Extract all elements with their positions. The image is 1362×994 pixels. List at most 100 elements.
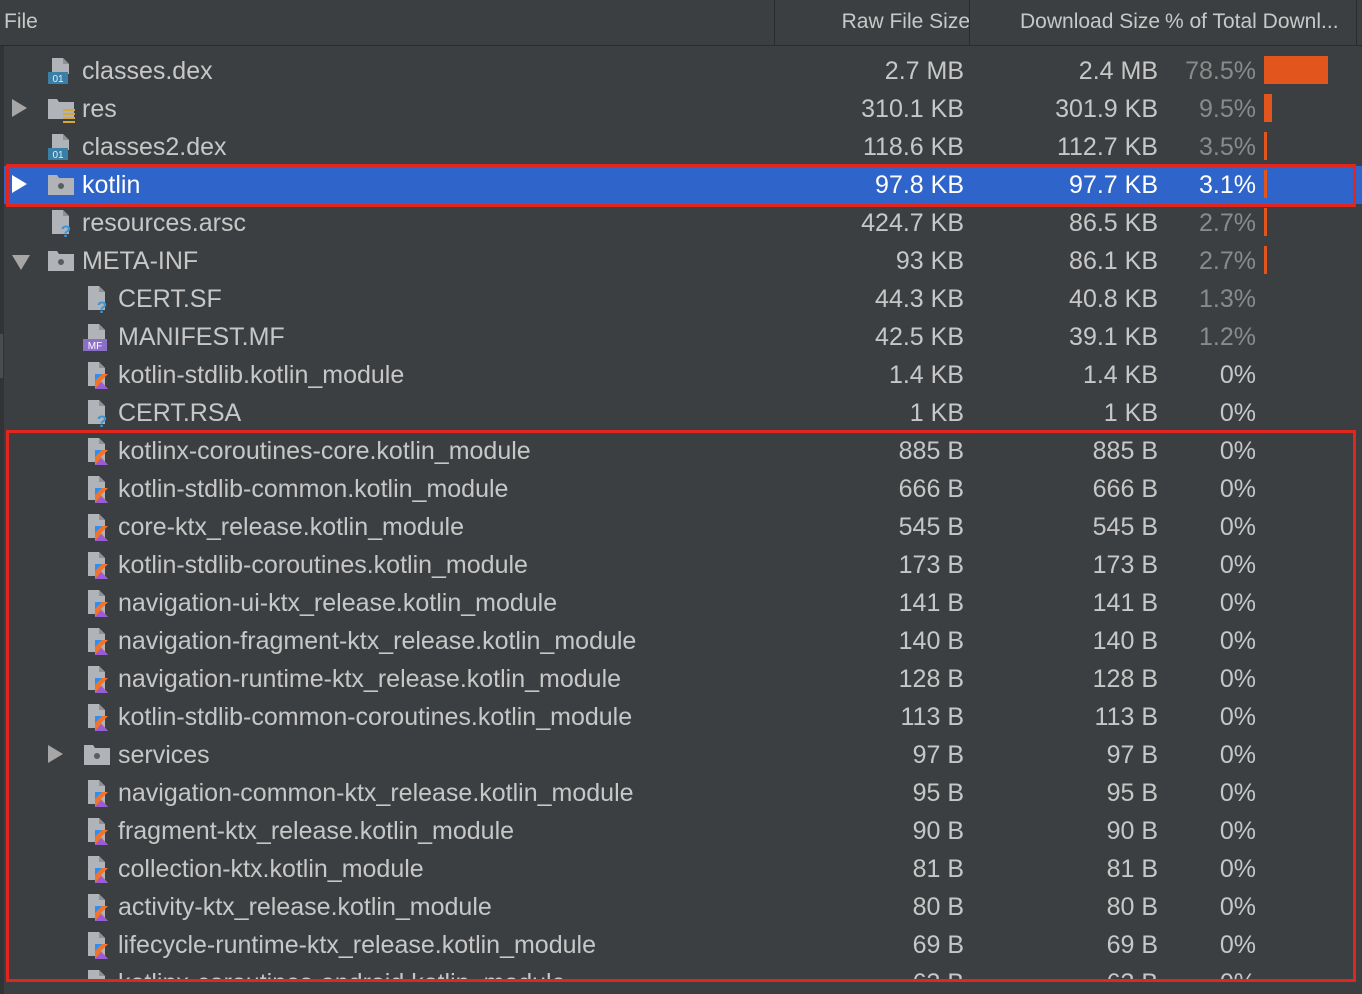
percent-of-total: 2.7% <box>1199 209 1256 237</box>
table-row[interactable]: kotlin 97.8 KB 97.7 KB 3.1% <box>4 166 1362 204</box>
raw-file-size: 80 B <box>912 893 964 921</box>
raw-file-size: 885 B <box>898 437 964 465</box>
percent-of-total: 0% <box>1219 855 1256 883</box>
table-row[interactable]: ? resources.arsc 424.7 KB 86.5 KB 2.7% <box>4 204 1362 242</box>
percent-of-total: 1.2% <box>1199 323 1256 351</box>
expand-arrow-right-icon[interactable] <box>12 175 27 193</box>
download-size: 128 B <box>1092 665 1158 693</box>
size-percentage-bar <box>1264 246 1267 274</box>
kotlin-file-icon <box>82 550 112 580</box>
percent-of-total: 0% <box>1219 399 1256 427</box>
percent-of-total: 1.3% <box>1199 285 1256 313</box>
kotlin-file-icon <box>82 930 112 960</box>
file-name: collection-ktx.kotlin_module <box>118 855 424 883</box>
column-header-raw-size[interactable]: Raw File Size <box>776 0 970 46</box>
percent-of-total: 0% <box>1219 893 1256 921</box>
table-row[interactable]: kotlinx-coroutines-core.kotlin_module 885… <box>4 432 1362 470</box>
file-name: kotlinx-coroutines-core.kotlin_module <box>118 437 531 465</box>
table-row[interactable]: kotlin-stdlib-coroutines.kotlin_module 17… <box>4 546 1362 584</box>
raw-file-size: 545 B <box>898 513 964 541</box>
percent-of-total: 78.5% <box>1185 57 1256 85</box>
download-size: 141 B <box>1092 589 1158 617</box>
table-row[interactable]: res 310.1 KB 301.9 KB 9.5% <box>4 90 1362 128</box>
download-size: 301.9 KB <box>1055 95 1158 123</box>
table-row[interactable]: META-INF 93 KB 86.1 KB 2.7% <box>4 242 1362 280</box>
table-row[interactable]: ? CERT.SF 44.3 KB 40.8 KB 1.3% <box>4 280 1362 318</box>
kotlin-file-icon <box>82 778 112 808</box>
download-size: 140 B <box>1092 627 1158 655</box>
unknown-file-icon: ? <box>82 284 112 317</box>
raw-file-size: 1 KB <box>909 399 964 427</box>
file-name: navigation-runtime-ktx_release.kotlin_mo… <box>118 665 622 693</box>
raw-file-size: 2.7 MB <box>884 57 964 85</box>
file-name: core-ktx_release.kotlin_module <box>118 513 465 541</box>
download-size: 80 B <box>1106 893 1158 921</box>
percent-of-total: 3.5% <box>1199 133 1256 161</box>
table-row[interactable]: navigation-ui-ktx_release.kotlin_module 1… <box>4 584 1362 622</box>
percent-of-total: 2.7% <box>1199 247 1256 275</box>
percent-of-total: 0% <box>1219 475 1256 503</box>
raw-file-size: 141 B <box>898 589 964 617</box>
percent-of-total: 0% <box>1219 703 1256 731</box>
table-row[interactable]: kotlinx-coroutines-android.kotlin_module… <box>4 964 1362 980</box>
size-percentage-bar <box>1264 208 1267 236</box>
expand-arrow-down-icon[interactable] <box>12 255 30 270</box>
table-row[interactable]: lifecycle-runtime-ktx_release.kotlin_mod… <box>4 926 1362 964</box>
file-name: kotlin-stdlib-coroutines.kotlin_module <box>118 551 528 579</box>
column-header-download-size[interactable]: Download Size <box>1020 0 1165 46</box>
file-name: services <box>118 741 210 769</box>
svg-text:MF: MF <box>88 341 102 352</box>
raw-file-size: 95 B <box>912 779 964 807</box>
kotlin-file-icon <box>82 702 112 732</box>
table-row[interactable]: collection-ktx.kotlin_module 81 B 81 B 0% <box>4 850 1362 888</box>
download-size: 173 B <box>1092 551 1158 579</box>
raw-file-size: 118.6 KB <box>862 133 964 161</box>
raw-file-size: 81 B <box>912 855 964 883</box>
table-row[interactable]: MF MANIFEST.MF 42.5 KB 39.1 KB 1.2% <box>4 318 1362 356</box>
download-size: 81 B <box>1106 855 1158 883</box>
table-row[interactable]: core-ktx_release.kotlin_module 545 B 545 B… <box>4 508 1362 546</box>
file-name: navigation-common-ktx_release.kotlin_mod… <box>118 779 634 807</box>
percent-of-total: 0% <box>1220 964 1256 980</box>
file-tree-table[interactable]: 01 classes.dex 2.7 MB 2.4 MB 78.5% res 310.1 K… <box>4 52 1362 980</box>
download-size: 1.4 KB <box>1082 361 1158 389</box>
table-row[interactable]: fragment-ktx_release.kotlin_module 90 B 90… <box>4 812 1362 850</box>
download-size: 112.7 KB <box>1056 133 1158 161</box>
table-row[interactable]: kotlin-stdlib-common-coroutines.kotlin_m… <box>4 698 1362 736</box>
percent-of-total: 0% <box>1219 779 1256 807</box>
percent-of-total: 3.1% <box>1199 171 1256 199</box>
table-row[interactable]: navigation-fragment-ktx_release.kotlin_m… <box>4 622 1362 660</box>
table-row[interactable]: navigation-runtime-ktx_release.kotlin_mo… <box>4 660 1362 698</box>
table-header: File Raw File Size Download Size % of To… <box>0 0 1362 46</box>
expand-arrow-right-icon[interactable] <box>12 99 27 117</box>
table-row[interactable]: navigation-common-ktx_release.kotlin_mod… <box>4 774 1362 812</box>
file-name: res <box>82 95 117 123</box>
folder-icon <box>82 740 112 770</box>
column-header-percent[interactable]: % of Total Downl... <box>1165 0 1355 46</box>
table-row[interactable]: services 97 B 97 B 0% <box>4 736 1362 774</box>
expand-arrow-right-icon[interactable] <box>48 745 63 763</box>
file-name: kotlin-stdlib-common.kotlin_module <box>118 475 509 503</box>
column-divider[interactable] <box>1356 0 1357 46</box>
table-row[interactable]: kotlin-stdlib.kotlin_module 1.4 KB 1.4 KB 0… <box>4 356 1362 394</box>
percent-of-total: 0% <box>1219 551 1256 579</box>
column-divider[interactable] <box>969 0 970 46</box>
kotlin-file-icon <box>82 588 112 618</box>
file-name: fragment-ktx_release.kotlin_module <box>118 817 515 845</box>
column-header-file[interactable]: File <box>4 0 38 46</box>
column-divider[interactable] <box>774 0 775 46</box>
file-name: MANIFEST.MF <box>118 323 285 351</box>
splitter-handle[interactable] <box>0 334 3 378</box>
percent-of-total: 0% <box>1219 437 1256 465</box>
table-row[interactable]: 01 classes2.dex 118.6 KB 112.7 KB 3.5% <box>4 128 1362 166</box>
file-name: kotlin-stdlib.kotlin_module <box>118 361 405 389</box>
table-row[interactable]: 01 classes.dex 2.7 MB 2.4 MB 78.5% <box>4 52 1362 90</box>
manifest-file-icon: MF <box>82 322 112 352</box>
percent-of-total: 0% <box>1219 361 1256 389</box>
svg-text:?: ? <box>97 298 107 314</box>
svg-text:?: ? <box>61 222 71 238</box>
table-row[interactable]: ? CERT.RSA 1 KB 1 KB 0% <box>4 394 1362 432</box>
table-row[interactable]: activity-ktx_release.kotlin_module 80 B 80… <box>4 888 1362 926</box>
table-row[interactable]: kotlin-stdlib-common.kotlin_module 666 B 6… <box>4 470 1362 508</box>
download-size: 40.8 KB <box>1069 285 1158 313</box>
